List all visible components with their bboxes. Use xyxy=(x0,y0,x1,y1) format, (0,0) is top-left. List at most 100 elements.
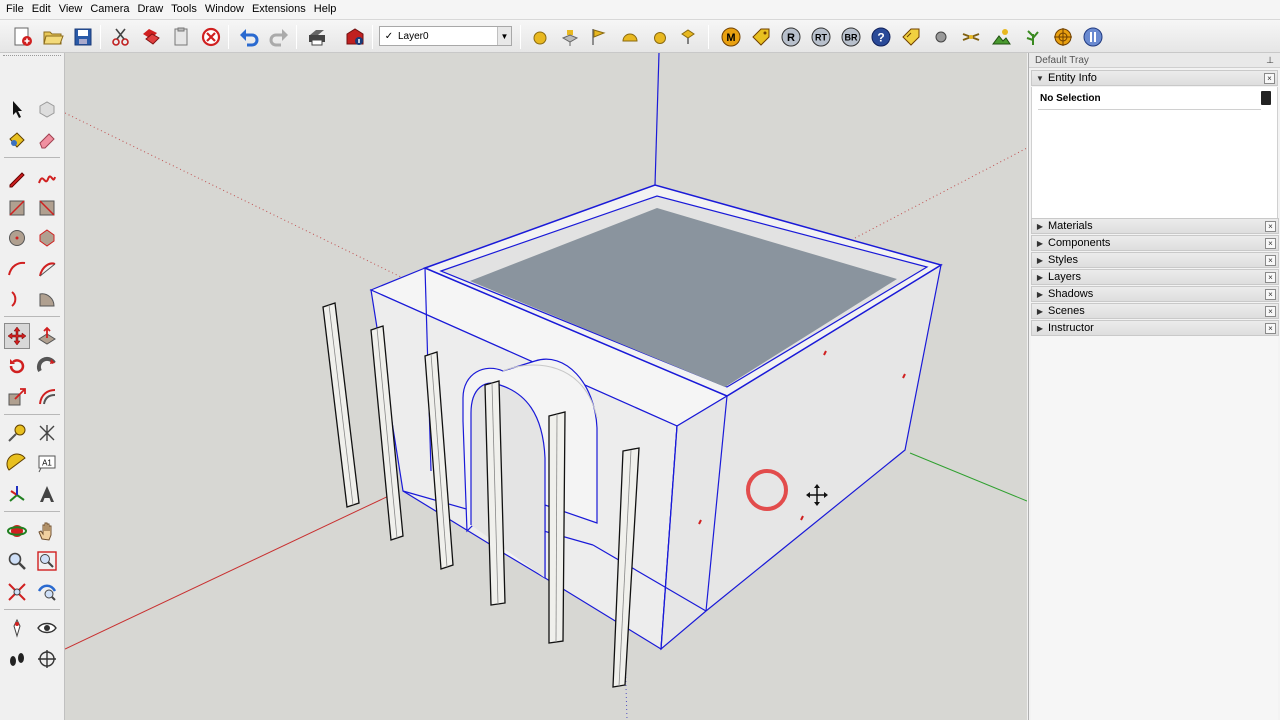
eraser-tool[interactable] xyxy=(34,127,60,153)
model-scene[interactable] xyxy=(65,53,1027,720)
protractor-tool[interactable] xyxy=(4,450,30,476)
redo-button[interactable] xyxy=(266,24,292,50)
extension-grass-button[interactable] xyxy=(1020,24,1046,50)
chevron-down-icon[interactable]: ▼ xyxy=(497,27,511,45)
make-component-tool[interactable] xyxy=(34,96,60,122)
close-icon[interactable]: × xyxy=(1265,237,1276,249)
save-button[interactable] xyxy=(70,24,96,50)
sandbox-smoove-button[interactable] xyxy=(527,24,553,50)
menu-edit[interactable]: Edit xyxy=(28,0,55,19)
polygon-tool[interactable] xyxy=(34,225,60,251)
sandbox-drape-button[interactable] xyxy=(585,24,611,50)
close-icon[interactable]: × xyxy=(1265,288,1276,300)
rotate-tool[interactable] xyxy=(4,353,30,379)
menu-view[interactable]: View xyxy=(55,0,87,19)
undo-button[interactable] xyxy=(236,24,262,50)
model-viewport[interactable] xyxy=(65,53,1027,720)
sandbox-flip-button[interactable] xyxy=(647,24,673,50)
paste-button[interactable] xyxy=(168,24,194,50)
panel-components-header[interactable]: ▶ Components × xyxy=(1031,235,1279,251)
extension-rt-button[interactable]: RT xyxy=(808,24,834,50)
walk-tool[interactable] xyxy=(4,646,30,672)
arc-tool[interactable] xyxy=(4,256,30,282)
extension-tag-button[interactable] xyxy=(748,24,774,50)
panel-styles-header[interactable]: ▶ Styles × xyxy=(1031,252,1279,268)
3d-text-tool[interactable] xyxy=(34,481,60,507)
line-tool[interactable] xyxy=(4,165,30,191)
layer-dropdown[interactable]: ✓ Layer0 ▼ xyxy=(379,26,512,46)
paint-bucket-tool[interactable] xyxy=(4,127,30,153)
move-tool[interactable] xyxy=(4,323,30,349)
extension-br-button[interactable]: BR xyxy=(838,24,864,50)
palette-grip[interactable] xyxy=(3,55,61,58)
new-file-button[interactable] xyxy=(10,24,36,50)
print-button[interactable] xyxy=(304,24,330,50)
text-tool[interactable]: A1 xyxy=(34,450,60,476)
close-icon[interactable]: × xyxy=(1264,72,1275,84)
zoom-tool[interactable] xyxy=(4,548,30,574)
panel-instructor-header[interactable]: ▶ Instructor × xyxy=(1031,320,1279,336)
tray-title-bar[interactable]: Default Tray ⊥ xyxy=(1029,53,1280,68)
follow-me-tool[interactable] xyxy=(34,353,60,379)
extension-scissor-button[interactable] xyxy=(958,24,984,50)
close-icon[interactable]: × xyxy=(1265,271,1276,283)
extension-m-button[interactable]: M xyxy=(718,24,744,50)
pie-tool[interactable] xyxy=(34,286,60,312)
dimension-tool[interactable] xyxy=(34,420,60,446)
previous-view-tool[interactable] xyxy=(34,579,60,605)
menu-window[interactable]: Window xyxy=(201,0,248,19)
look-around-tool[interactable] xyxy=(34,615,60,641)
extension-label-button[interactable] xyxy=(898,24,924,50)
menu-file[interactable]: File xyxy=(2,0,28,19)
help-button[interactable]: ? xyxy=(868,24,894,50)
building[interactable] xyxy=(369,184,943,651)
panel-shadows-header[interactable]: ▶ Shadows × xyxy=(1031,286,1279,302)
panel-entity-info-header[interactable]: ▼ Entity Info × xyxy=(1031,70,1278,86)
panel-materials-header[interactable]: ▶ Materials × xyxy=(1031,218,1279,234)
extension-r-button[interactable]: R xyxy=(778,24,804,50)
select-tool[interactable] xyxy=(4,96,30,122)
menu-help[interactable]: Help xyxy=(310,0,341,19)
menu-camera[interactable]: Camera xyxy=(86,0,133,19)
scale-tool[interactable] xyxy=(4,384,30,410)
two-point-arc-tool[interactable] xyxy=(34,256,60,282)
push-pull-tool[interactable] xyxy=(34,323,60,349)
tape-measure-tool[interactable] xyxy=(4,420,30,446)
orbit-tool[interactable] xyxy=(4,518,30,544)
extension-sphere-button[interactable] xyxy=(928,24,954,50)
details-toggle-icon[interactable] xyxy=(1261,91,1271,105)
model-info-button[interactable] xyxy=(342,24,368,50)
pin-icon[interactable]: ⊥ xyxy=(1266,55,1274,66)
position-camera-tool[interactable] xyxy=(4,615,30,641)
sandbox-add-detail-button[interactable] xyxy=(675,24,701,50)
three-point-arc-tool[interactable] xyxy=(4,286,30,312)
rectangle-tool[interactable] xyxy=(4,195,30,221)
sandbox-detail-button[interactable] xyxy=(617,24,643,50)
close-icon[interactable]: × xyxy=(1265,322,1276,334)
menu-extensions[interactable]: Extensions xyxy=(248,0,310,19)
open-button[interactable] xyxy=(40,24,66,50)
axes-tool[interactable] xyxy=(4,481,30,507)
offset-tool[interactable] xyxy=(34,384,60,410)
rotated-rectangle-tool[interactable] xyxy=(34,195,60,221)
freehand-tool[interactable] xyxy=(34,165,60,191)
sandbox-stamp-button[interactable] xyxy=(557,24,583,50)
circle-tool[interactable] xyxy=(4,225,30,251)
close-icon[interactable]: × xyxy=(1265,305,1276,317)
panel-layers-header[interactable]: ▶ Layers × xyxy=(1031,269,1279,285)
panel-scenes-header[interactable]: ▶ Scenes × xyxy=(1031,303,1279,319)
zoom-extents-tool[interactable] xyxy=(4,579,30,605)
close-icon[interactable]: × xyxy=(1265,254,1276,266)
cut-button[interactable] xyxy=(108,24,134,50)
extension-target-button[interactable] xyxy=(1050,24,1076,50)
erase-button[interactable] xyxy=(198,24,224,50)
close-icon[interactable]: × xyxy=(1265,220,1276,232)
extension-landscape-button[interactable] xyxy=(988,24,1014,50)
pan-tool[interactable] xyxy=(34,518,60,544)
zoom-window-tool[interactable] xyxy=(34,548,60,574)
menu-tools[interactable]: Tools xyxy=(167,0,201,19)
copy-button[interactable] xyxy=(138,24,164,50)
menu-draw[interactable]: Draw xyxy=(133,0,167,19)
pause-button[interactable] xyxy=(1080,24,1106,50)
section-plane-tool[interactable] xyxy=(34,646,60,672)
